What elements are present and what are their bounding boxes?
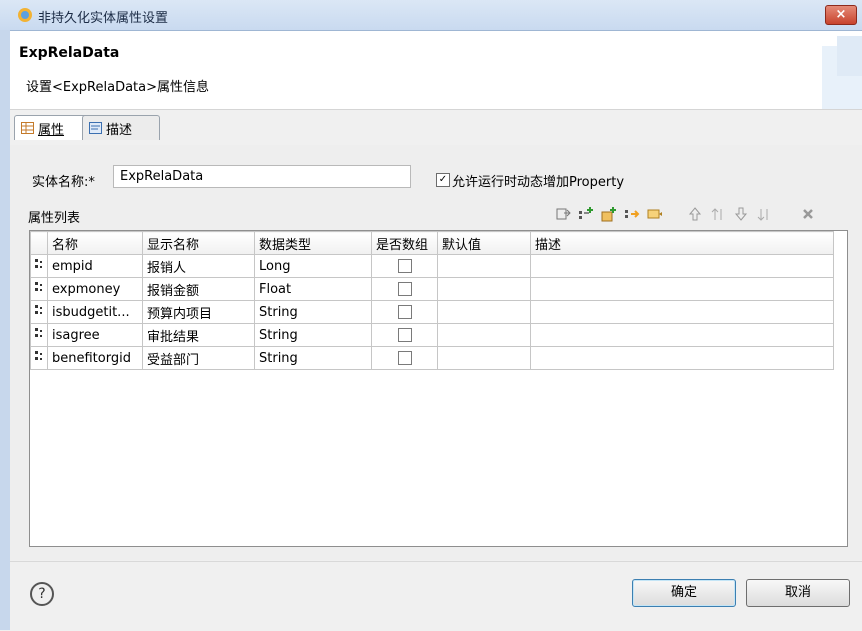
drag-handle-icon bbox=[35, 282, 42, 291]
header-description: 设置<ExpRelaData>属性信息 bbox=[26, 80, 210, 95]
cell-display-name[interactable]: 预算内项目 bbox=[142, 300, 255, 324]
tab-strip: 属性 描述 bbox=[10, 115, 862, 140]
is-array-checkbox[interactable] bbox=[397, 328, 412, 342]
tab-properties-label: 属性 bbox=[38, 122, 65, 138]
drag-handle-icon bbox=[35, 259, 42, 268]
table-row[interactable]: expmoney 报销金额 Float bbox=[30, 277, 834, 301]
cell-description[interactable] bbox=[530, 346, 834, 370]
is-array-checkbox[interactable] bbox=[397, 282, 412, 296]
move-top-icon[interactable] bbox=[710, 206, 726, 222]
column-header-display-name[interactable]: 显示名称 bbox=[142, 231, 255, 255]
cell-default[interactable] bbox=[437, 277, 531, 301]
header-title: ExpRelaData bbox=[19, 45, 120, 61]
is-array-checkbox[interactable] bbox=[397, 259, 412, 273]
ok-button[interactable]: 确定 bbox=[632, 579, 736, 607]
cell-default[interactable] bbox=[437, 254, 531, 278]
column-header-description[interactable]: 描述 bbox=[530, 231, 834, 255]
table-row[interactable]: isagree 审批结果 String bbox=[30, 323, 834, 347]
close-button[interactable]: × bbox=[825, 5, 857, 25]
app-icon bbox=[18, 8, 32, 22]
add-child-icon[interactable] bbox=[601, 206, 617, 222]
allow-dynamic-checkbox[interactable]: ✓ bbox=[436, 173, 450, 187]
window-title: 非持久化实体属性设置 bbox=[38, 11, 169, 26]
tab-properties[interactable]: 属性 bbox=[14, 115, 90, 140]
cell-name[interactable]: isagree bbox=[47, 323, 143, 347]
drag-handle-icon bbox=[35, 328, 42, 337]
table-header-row: 名称 显示名称 数据类型 是否数组 默认值 描述 bbox=[30, 231, 834, 255]
cell-display-name[interactable]: 审批结果 bbox=[142, 323, 255, 347]
row-handle[interactable] bbox=[30, 323, 48, 347]
table-row[interactable]: empid 报销人 Long bbox=[30, 254, 834, 278]
move-down-icon[interactable] bbox=[733, 206, 749, 222]
cell-is-array[interactable] bbox=[371, 277, 438, 301]
drag-handle-icon bbox=[35, 305, 42, 314]
import-icon[interactable] bbox=[555, 206, 571, 222]
column-header-data-type[interactable]: 数据类型 bbox=[254, 231, 372, 255]
cell-is-array[interactable] bbox=[371, 346, 438, 370]
row-handle[interactable] bbox=[30, 300, 48, 324]
entity-name-label: 实体名称:* bbox=[32, 175, 95, 190]
move-up-icon[interactable] bbox=[687, 206, 703, 222]
cell-is-array[interactable] bbox=[371, 254, 438, 278]
cell-display-name[interactable]: 报销金额 bbox=[142, 277, 255, 301]
cell-default[interactable] bbox=[437, 300, 531, 324]
column-header-default[interactable]: 默认值 bbox=[437, 231, 531, 255]
cell-description[interactable] bbox=[530, 254, 834, 278]
property-toolbar bbox=[555, 205, 816, 223]
insert-icon[interactable] bbox=[624, 206, 640, 222]
cell-name[interactable]: benefitorgid bbox=[47, 346, 143, 370]
table-row[interactable]: benefitorgid 受益部门 String bbox=[30, 346, 834, 370]
cell-data-type[interactable]: String bbox=[254, 346, 372, 370]
table-icon bbox=[21, 122, 34, 134]
cell-default[interactable] bbox=[437, 323, 531, 347]
column-header-is-array[interactable]: 是否数组 bbox=[371, 231, 438, 255]
dialog-header: ExpRelaData 设置<ExpRelaData>属性信息 bbox=[10, 31, 862, 110]
cell-description[interactable] bbox=[530, 323, 834, 347]
help-button[interactable]: ? bbox=[30, 582, 54, 606]
property-table: 名称 显示名称 数据类型 是否数组 默认值 描述 empid 报销人 Long exp… bbox=[29, 230, 848, 547]
row-handle[interactable] bbox=[30, 254, 48, 278]
cell-description[interactable] bbox=[530, 300, 834, 324]
allow-dynamic-label: 允许运行时动态增加Property bbox=[452, 175, 625, 190]
window-left-border bbox=[0, 30, 10, 630]
is-array-checkbox[interactable] bbox=[397, 351, 412, 365]
cell-name[interactable]: expmoney bbox=[47, 277, 143, 301]
move-bottom-icon[interactable] bbox=[756, 206, 772, 222]
cancel-button[interactable]: 取消 bbox=[746, 579, 850, 607]
is-array-checkbox[interactable] bbox=[397, 305, 412, 319]
property-list-label: 属性列表 bbox=[28, 211, 81, 226]
drag-handle-icon bbox=[35, 351, 42, 360]
row-handle[interactable] bbox=[30, 277, 48, 301]
cell-default[interactable] bbox=[437, 346, 531, 370]
cell-data-type[interactable]: Long bbox=[254, 254, 372, 278]
cell-data-type[interactable]: String bbox=[254, 323, 372, 347]
tab-description-label: 描述 bbox=[106, 122, 133, 138]
cell-name[interactable]: empid bbox=[47, 254, 143, 278]
cell-data-type[interactable]: Float bbox=[254, 277, 372, 301]
column-header-name[interactable]: 名称 bbox=[47, 231, 143, 255]
cell-display-name[interactable]: 受益部门 bbox=[142, 346, 255, 370]
cell-display-name[interactable]: 报销人 bbox=[142, 254, 255, 278]
cell-is-array[interactable] bbox=[371, 323, 438, 347]
add-row-icon[interactable] bbox=[578, 206, 594, 222]
cell-name[interactable]: isbudgetit... bbox=[47, 300, 143, 324]
description-icon bbox=[89, 122, 102, 134]
edit-icon[interactable] bbox=[647, 206, 663, 222]
tab-description[interactable]: 描述 bbox=[82, 115, 160, 140]
title-bar: 非持久化实体属性设置 × bbox=[0, 0, 862, 31]
header-banner-icon bbox=[822, 36, 862, 109]
cell-is-array[interactable] bbox=[371, 300, 438, 324]
entity-name-input[interactable] bbox=[113, 165, 411, 188]
cell-description[interactable] bbox=[530, 277, 834, 301]
handle-header bbox=[30, 231, 48, 255]
table-row[interactable]: isbudgetit... 预算内项目 String bbox=[30, 300, 834, 324]
row-handle[interactable] bbox=[30, 346, 48, 370]
cell-data-type[interactable]: String bbox=[254, 300, 372, 324]
delete-icon[interactable] bbox=[800, 206, 816, 222]
